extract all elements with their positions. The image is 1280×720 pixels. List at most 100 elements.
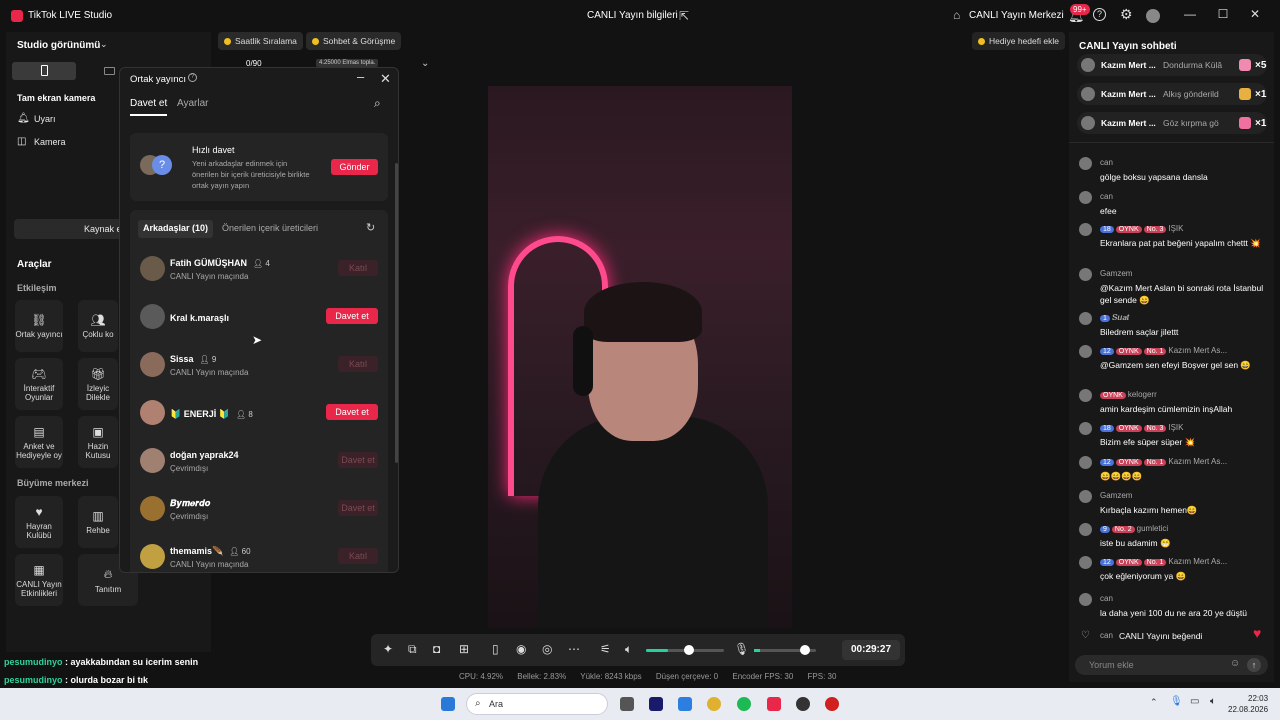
share-icon[interactable]: ⇱ [679, 9, 689, 23]
live-events-tool[interactable]: ▦ CANLI Yayın Etkinlikleri [15, 554, 63, 606]
magic-icon[interactable]: ✦ [383, 642, 393, 656]
network-icon[interactable]: ▭ [1190, 696, 1199, 707]
message-user[interactable]: 12 OYNK No. 1 Kazım Mert As... [1100, 346, 1227, 355]
taskbar-search[interactable]: ⌕ Ara [466, 693, 608, 715]
join-button[interactable]: Katıl [338, 260, 378, 276]
invite-button[interactable]: Davet et [338, 452, 378, 468]
app-icon[interactable] [825, 697, 839, 711]
friend-name: 🔰 ENERJİ 🔰 👤︎ 8 [170, 409, 253, 419]
fullscreen-camera-label[interactable]: Tam ekran kamera [17, 93, 95, 103]
live-info-title[interactable]: CANLI Yayın bilgileri [587, 10, 678, 21]
gear-icon[interactable]: ⚙ [1120, 6, 1133, 23]
phone-icon[interactable]: ▯ [492, 642, 499, 656]
message-user[interactable]: can [1100, 158, 1113, 167]
tab-invite[interactable]: Davet et [130, 98, 167, 109]
send-arrow-icon[interactable]: ↑ [1247, 658, 1261, 672]
message-user[interactable]: 1 𝑺𝒖𝒂𝒕 [1100, 313, 1130, 323]
user-badge: No. 1 [1143, 559, 1167, 566]
obs-icon[interactable] [796, 697, 810, 711]
studio-view-label[interactable]: Studio görünümü [17, 40, 100, 51]
help-icon[interactable]: ? [1093, 8, 1106, 21]
notification-badge: 99+ [1070, 4, 1090, 15]
home-icon[interactable]: ⌂ [953, 8, 960, 22]
volume-icon[interactable]: 🔈︎ [1210, 696, 1216, 707]
refresh-icon[interactable]: ↻ [366, 221, 375, 234]
message-user[interactable]: OYNK kelogerr [1100, 390, 1157, 399]
source-camera[interactable]: Kamera [34, 137, 66, 147]
avatar[interactable] [1146, 9, 1160, 23]
interactive-games-tool[interactable]: 🎮︎ İnteraktif Oyunlar [15, 358, 63, 410]
poll-tool[interactable]: ▤ Anket ve Hediyeyle oy [15, 416, 63, 468]
message-user[interactable]: 12 OYNK No. 1 Kazım Mert As... [1100, 557, 1227, 566]
guide-tool[interactable]: ▥ Rehbe [78, 496, 118, 548]
more-icon[interactable]: ⋯ [568, 642, 580, 656]
minimize-icon[interactable]: — [1180, 7, 1200, 21]
message-user[interactable]: 12 OYNK No. 1 Kazım Mert As... [1100, 457, 1227, 466]
tab-friends[interactable]: Arkadaşlar (10) [138, 220, 214, 238]
gift-sender: Kazım Mert ... [1101, 118, 1156, 128]
tiktok-icon[interactable] [767, 697, 781, 711]
mail-icon[interactable] [678, 697, 692, 711]
join-button[interactable]: Katıl [338, 356, 378, 372]
live-center-button[interactable]: CANLI Yayın Merkezi [969, 10, 1064, 21]
message-user[interactable]: can [1100, 192, 1113, 201]
message-user[interactable]: 18 OYNK No. 3 IŞIK [1100, 224, 1184, 233]
search-icon[interactable]: ⌕ [374, 96, 381, 111]
tab-settings[interactable]: Ayarlar [177, 98, 209, 109]
treasure-box-tool[interactable]: ▣ Hazin Kutusu [78, 416, 118, 468]
message-user[interactable]: Gamzem [1100, 269, 1132, 278]
invite-button[interactable]: Davet et [338, 500, 378, 516]
join-button[interactable]: Katıl [338, 548, 378, 564]
spotify-icon[interactable] [737, 697, 751, 711]
windows-start-icon[interactable] [441, 697, 455, 711]
chevron-up-icon[interactable]: ⌃ [1150, 697, 1158, 708]
message-user[interactable]: 18 OYNK No. 3 IŞIK [1100, 423, 1184, 432]
close-icon[interactable]: ✕ [1245, 7, 1265, 21]
fan-club-tool[interactable]: ♥ Hayran Kulübü [15, 496, 63, 548]
tab-suggested[interactable]: Önerilen içerik üreticileri [222, 223, 318, 233]
camera-switch-icon[interactable]: ◎ [542, 642, 552, 656]
heart-icon: ♥ [1253, 625, 1262, 641]
co-host-tool[interactable]: ⛓ Ortak yayıncı [15, 300, 63, 352]
add-icon[interactable]: ⊞ [459, 642, 469, 656]
invite-button[interactable]: Davet et [326, 404, 378, 420]
add-source-button[interactable]: Kaynak e [14, 219, 124, 239]
chevron-down-icon[interactable]: ⌄ [100, 39, 108, 50]
emoji-icon[interactable]: ☺ [1230, 658, 1240, 669]
mic-slider-handle[interactable] [800, 645, 810, 655]
chrome-icon[interactable] [707, 697, 721, 711]
landscape-icon[interactable] [104, 67, 115, 75]
close-icon[interactable]: ✕ [380, 71, 391, 87]
info-icon[interactable]: ? [188, 73, 197, 82]
record-icon[interactable]: ◉ [516, 642, 526, 656]
hourly-ranking-chip[interactable]: Saatlik Sıralama [218, 32, 303, 50]
add-gift-goal-button[interactable]: Hediye hedefi ekle [972, 32, 1065, 50]
viewer-requests-tool[interactable]: 🎁︎ İzleyic Dilekle [78, 358, 118, 410]
sliders-icon[interactable]: ⚟ [600, 642, 611, 656]
minimize-icon[interactable]: – [357, 69, 364, 84]
message-user[interactable]: Gamzem [1100, 491, 1132, 500]
volume-slider-handle[interactable] [684, 645, 694, 655]
scrollbar[interactable] [395, 163, 398, 463]
speaker-icon[interactable]: 🔈︎ [625, 642, 632, 657]
comment-input[interactable]: Yorum ekle ☺ ↑ [1075, 655, 1268, 675]
message-user[interactable]: can [1100, 594, 1113, 603]
after-effects-icon[interactable] [649, 697, 663, 711]
microphone-icon[interactable]: 🎙︎ [1170, 696, 1183, 707]
chevron-down-icon[interactable]: ⌄ [421, 58, 429, 69]
maximize-icon[interactable]: ☐ [1213, 7, 1233, 21]
source-alert[interactable]: Uyarı [34, 114, 56, 124]
person-icon: 👤︎ [235, 410, 247, 419]
chat-call-chip[interactable]: Sohbet & Görüşme [306, 32, 402, 50]
avatar [140, 256, 165, 281]
task-view-icon[interactable] [620, 697, 634, 711]
send-button[interactable]: Gönder [331, 159, 378, 175]
multi-guest-tool[interactable]: 👥︎ Çoklu ko [78, 300, 118, 352]
clock[interactable]: 22:03 22.08.2026 [1228, 693, 1268, 715]
avatar [1079, 345, 1092, 358]
message-user[interactable]: 9 No. 2 gumletici [1100, 524, 1168, 533]
microphone-icon[interactable]: 🎙︎ [734, 642, 749, 656]
overlay-icon[interactable]: ⧉ [408, 642, 417, 657]
invite-button[interactable]: Davet et [326, 308, 378, 324]
screenshot-icon[interactable]: ◘ [433, 642, 440, 656]
